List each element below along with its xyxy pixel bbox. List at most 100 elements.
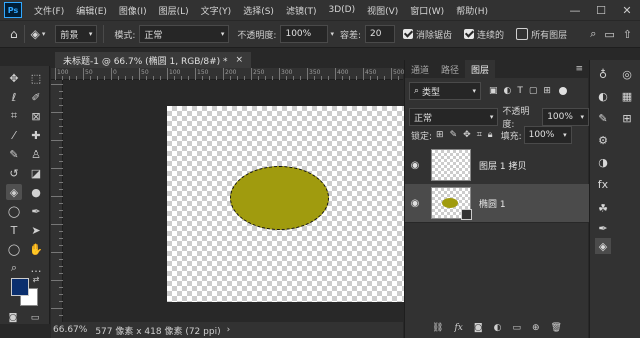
marquee-tool-icon[interactable]: ⬚ (28, 70, 44, 86)
eraser-tool-icon[interactable]: ◪ (28, 165, 44, 181)
lock-artboard-icon[interactable]: ⌗ (477, 130, 482, 140)
menu-file[interactable]: 文件(F) (28, 4, 70, 17)
brushes-icon[interactable]: ✎ (595, 110, 611, 126)
tab-channels[interactable]: 通道 (405, 60, 435, 78)
move-tool-icon[interactable]: ✥ (6, 70, 22, 86)
lock-position-icon[interactable]: ✥ (463, 130, 471, 140)
lock-all-icon[interactable]: 🔒︎ (488, 130, 493, 140)
eye-icon[interactable]: ◉ (405, 160, 425, 171)
link-icon[interactable]: ⛓︎ (432, 323, 443, 333)
learn-icon[interactable]: ♁ (595, 66, 611, 82)
history-brush-tool-icon[interactable]: ↺ (6, 165, 22, 181)
ellipse-tool-icon[interactable]: ◯ (6, 241, 22, 257)
filter-shape-icon[interactable]: ▢ (529, 86, 538, 96)
fx-icon[interactable]: fx (454, 323, 462, 333)
path-selection-tool-icon[interactable]: ➤ (28, 222, 44, 238)
layer-row-selected[interactable]: ◉ 椭圆 1 (405, 184, 589, 223)
close-tab-icon[interactable]: × (236, 55, 244, 65)
minimize-button[interactable]: — (562, 0, 588, 20)
paths-icon[interactable]: ✒ (595, 220, 611, 236)
layer-name[interactable]: 图层 1 拷贝 (479, 159, 526, 172)
brush-tool-icon[interactable]: ✎ (6, 146, 22, 162)
filter-adjustment-icon[interactable]: ◐ (504, 86, 512, 96)
layers-icon[interactable]: ◈ (595, 238, 611, 254)
eye-icon[interactable]: ◉ (405, 198, 425, 209)
all-layers-checkbox[interactable] (516, 28, 529, 40)
screen-mode-icon[interactable]: ▭ (28, 312, 42, 324)
quick-select-tool-icon[interactable]: ✐ (28, 89, 44, 105)
search-icon[interactable]: ⌕ (590, 27, 596, 41)
menu-3d[interactable]: 3D(D) (322, 5, 361, 15)
dodge-tool-icon[interactable]: ◯ (6, 203, 22, 219)
hand-tool-icon[interactable]: ✋ (28, 241, 44, 257)
swap-colors-icon[interactable]: ⇄ (31, 274, 41, 284)
patterns-icon[interactable]: ⊞ (619, 110, 635, 126)
menu-window[interactable]: 窗口(W) (404, 4, 450, 17)
chevron-down-icon[interactable]: ▾ (330, 30, 334, 38)
document-tab[interactable]: 未标题-1 @ 66.7% (椭圆 1, RGB/8#) * × (55, 52, 252, 68)
styles-icon[interactable]: fx (595, 176, 611, 192)
ellipse-shape[interactable] (230, 166, 329, 230)
tolerance-input[interactable]: 20 (365, 25, 396, 43)
menu-help[interactable]: 帮助(H) (450, 4, 494, 17)
channels-icon[interactable]: ☘ (595, 200, 611, 216)
menu-type[interactable]: 文字(Y) (195, 4, 238, 17)
adjustments-icon[interactable]: ◑ (595, 154, 611, 170)
mask-icon[interactable]: ◙ (474, 323, 483, 333)
foreground-color-swatch[interactable] (11, 278, 29, 296)
layer-filter-select[interactable]: ⌕ 类型 ▾ (409, 82, 481, 100)
healing-brush-tool-icon[interactable]: ✚ (28, 127, 44, 143)
libraries-icon[interactable]: ◎ (619, 66, 635, 82)
blur-tool-icon[interactable]: ● (28, 184, 44, 200)
zoom-level[interactable]: 66.67% (53, 325, 87, 335)
layer-row[interactable]: ◉ 图层 1 拷贝 (405, 146, 589, 185)
menu-select[interactable]: 选择(S) (237, 4, 280, 17)
paint-bucket-tool-icon[interactable]: ◈ (6, 184, 22, 200)
paint-bucket-icon[interactable]: ◈ (31, 27, 40, 41)
filter-toggle-icon[interactable] (558, 87, 567, 95)
frame-tool-icon[interactable]: ⊠ (28, 108, 44, 124)
color-icon[interactable]: ◐ (595, 88, 611, 104)
adjustment-icon[interactable]: ◐ (494, 323, 502, 333)
new-layer-icon[interactable]: ⊕ (532, 323, 540, 333)
eyedropper-tool-icon[interactable]: ⁄ (6, 127, 22, 143)
pen-tool-icon[interactable]: ✒ (28, 203, 44, 219)
filter-smart-object-icon[interactable]: ⊞ (543, 86, 551, 96)
zoom-tool-icon[interactable]: ⌕ (6, 260, 22, 276)
blend-mode-select[interactable]: 正常 ▾ (409, 108, 499, 126)
maximize-button[interactable]: ☐ (588, 0, 614, 20)
layer-opacity-input[interactable]: 100% ▾ (542, 108, 589, 126)
filter-type-icon[interactable]: T (517, 86, 523, 96)
menu-filter[interactable]: 滤镜(T) (280, 4, 323, 17)
layer-name[interactable]: 椭圆 1 (479, 197, 506, 210)
menu-edit[interactable]: 编辑(E) (70, 4, 113, 17)
tab-layers[interactable]: 图层 (465, 60, 496, 78)
antialias-checkbox[interactable] (403, 29, 414, 39)
crop-tool-icon[interactable]: ⌗ (6, 108, 22, 124)
contiguous-checkbox[interactable] (464, 29, 475, 39)
filter-pixel-icon[interactable]: ▣ (489, 86, 498, 96)
swatches-icon[interactable]: ▦ (619, 88, 635, 104)
document-canvas[interactable] (167, 106, 405, 302)
type-tool-icon[interactable]: T (6, 222, 22, 238)
workspace-icon[interactable]: ▭ (604, 28, 614, 41)
quick-mask-icon[interactable]: ◙ (6, 312, 20, 324)
home-icon[interactable]: ⌂ (10, 27, 18, 41)
status-menu-arrow[interactable]: › (227, 325, 231, 335)
panel-menu-icon[interactable]: ≡ (575, 64, 583, 74)
share-icon[interactable]: ⇧ (623, 28, 632, 41)
menu-image[interactable]: 图像(I) (113, 4, 153, 17)
folder-icon[interactable]: ▭ (512, 323, 521, 333)
tab-paths[interactable]: 路径 (435, 60, 465, 78)
canvas-workspace[interactable] (63, 80, 405, 322)
clone-stamp-tool-icon[interactable]: ♙ (28, 146, 44, 162)
menu-layer[interactable]: 图层(L) (153, 4, 195, 17)
lock-transparent-icon[interactable]: ⊞ (436, 130, 444, 140)
lasso-tool-icon[interactable]: ℓ (6, 89, 22, 105)
lock-image-icon[interactable]: ✎ (450, 130, 458, 140)
opacity-input[interactable]: 100% (280, 25, 329, 43)
fill-input[interactable]: 100% ▾ (523, 126, 572, 144)
properties-icon[interactable]: ⚙ (595, 132, 611, 148)
chevron-down-icon[interactable]: ▾ (42, 30, 46, 38)
close-window-button[interactable]: ✕ (614, 0, 640, 20)
